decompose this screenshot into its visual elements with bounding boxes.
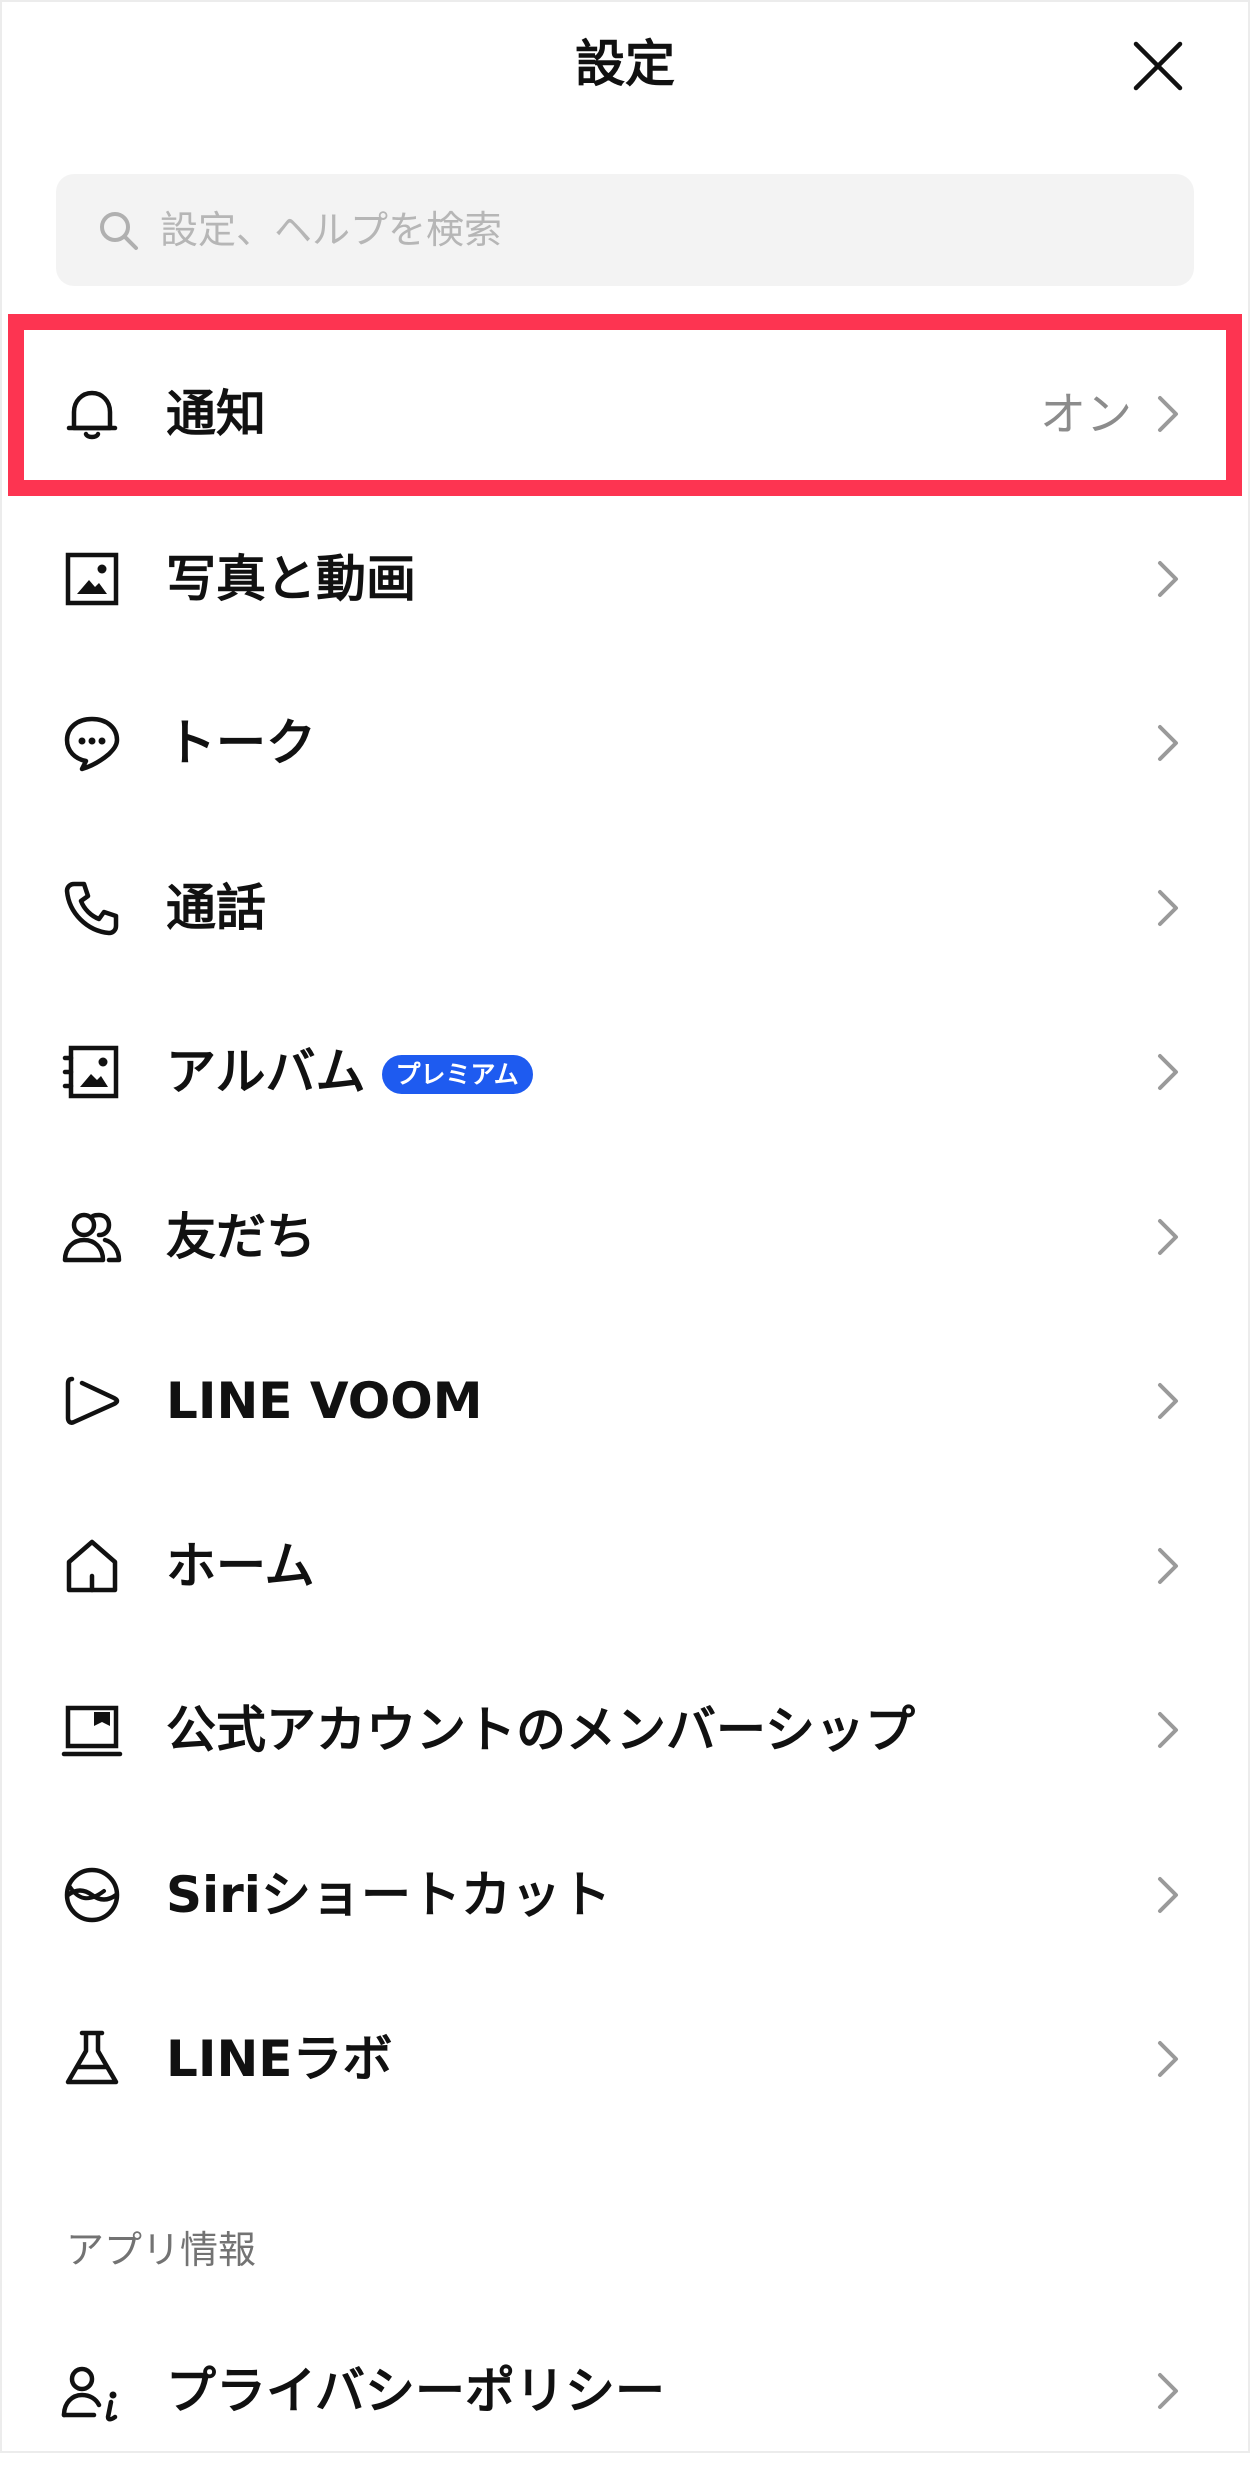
chevron-right-icon — [1158, 1877, 1178, 1913]
search-bar[interactable] — [56, 174, 1194, 286]
settings-item-label: 通知 — [166, 385, 266, 443]
privacy-icon — [61, 2366, 118, 2422]
chevron-right-icon — [1158, 1383, 1178, 1419]
settings-item-album[interactable]: アルバム プレミアム — [0, 990, 1250, 1154]
page-title: 設定 — [575, 35, 675, 93]
section-header-app-info: アプリ情報 — [66, 2228, 257, 2272]
chevron-right-icon — [1158, 396, 1178, 432]
notification-status: オン — [1040, 387, 1132, 441]
premium-badge: プレミアム — [381, 1054, 533, 1094]
settings-item-label: LINE VOOM — [166, 1372, 483, 1430]
settings-item-label-text: アルバム — [166, 1043, 366, 1101]
membership-card-icon — [61, 1705, 123, 1757]
close-icon — [1133, 41, 1183, 91]
settings-item-official-account-membership[interactable]: 公式アカウントのメンバーシップ — [0, 1648, 1250, 1812]
chevron-right-icon — [1158, 1712, 1178, 1748]
settings-item-label: プライバシーポリシー — [166, 2362, 665, 2420]
bell-icon — [66, 390, 118, 440]
chevron-right-icon — [1158, 725, 1178, 761]
home-icon — [66, 1539, 118, 1593]
album-icon — [62, 1045, 119, 1099]
search-input[interactable] — [160, 174, 1160, 286]
settings-item-notifications[interactable]: 通知 オン — [0, 332, 1250, 496]
header: 設定 — [0, 0, 1250, 130]
siri-icon — [64, 1867, 120, 1923]
settings-item-label: 通話 — [166, 879, 266, 937]
settings-item-label: アルバム プレミアム — [166, 1047, 533, 1097]
settings-item-talk[interactable]: トーク — [0, 661, 1250, 825]
phone-icon — [64, 881, 119, 936]
settings-item-label: 友だち — [166, 1208, 316, 1266]
search-icon — [100, 212, 138, 250]
chevron-right-icon — [1158, 561, 1178, 597]
settings-item-label: LINEラボ — [166, 2030, 393, 2088]
photo-icon — [65, 552, 119, 606]
settings-item-label: トーク — [166, 714, 316, 772]
chevron-right-icon — [1158, 1548, 1178, 1584]
chevron-right-icon — [1158, 2041, 1178, 2077]
settings-item-label: Siriショートカット — [166, 1866, 611, 1924]
chevron-right-icon — [1158, 2373, 1178, 2409]
settings-item-label: 公式アカウントのメンバーシップ — [166, 1701, 915, 1759]
flask-icon — [65, 2030, 119, 2085]
friends-icon — [62, 1212, 122, 1263]
settings-item-home[interactable]: ホーム — [0, 1484, 1250, 1648]
voom-play-icon — [65, 1376, 120, 1425]
settings-item-privacy-policy[interactable]: プライバシーポリシー — [0, 2309, 1250, 2473]
close-button[interactable] — [1118, 26, 1198, 106]
settings-item-calls[interactable]: 通話 — [0, 826, 1250, 990]
settings-item-photos-videos[interactable]: 写真と動画 — [0, 497, 1250, 661]
chevron-right-icon — [1158, 890, 1178, 926]
settings-item-friends[interactable]: 友だち — [0, 1155, 1250, 1319]
settings-item-line-voom[interactable]: LINE VOOM — [0, 1319, 1250, 1483]
chevron-right-icon — [1158, 1219, 1178, 1255]
settings-item-line-labs[interactable]: LINEラボ — [0, 1977, 1250, 2141]
settings-item-label: ホーム — [166, 1537, 315, 1595]
chevron-right-icon — [1158, 1054, 1178, 1090]
settings-item-siri-shortcuts[interactable]: Siriショートカット — [0, 1813, 1250, 1977]
chat-bubble-icon — [64, 716, 120, 772]
settings-item-label: 写真と動画 — [166, 550, 416, 608]
